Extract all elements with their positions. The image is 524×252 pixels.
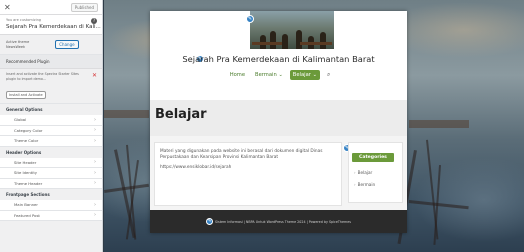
main-navigation: Home Bermain ⌄ Belajar ⌄ ⌕ <box>150 70 407 80</box>
chevron-right-icon: › <box>94 169 96 176</box>
chevron-right-icon: › <box>354 182 356 187</box>
info-label: You are customizing <box>6 18 42 22</box>
page-title: Belajar <box>155 107 207 122</box>
post-link[interactable]: https://www.ensiklobar.id/sejarah <box>160 165 336 171</box>
nav-item-home[interactable]: Home <box>227 70 248 80</box>
section-site-header[interactable]: Site Header › <box>0 157 102 168</box>
section-theme-color[interactable]: Theme Color › <box>0 136 102 147</box>
recommended-plugin-header: Recommended Plugin <box>0 55 102 69</box>
section-featured-post[interactable]: Featured Post › <box>0 210 102 221</box>
group-frontpage-sections: Frontpage Sections <box>0 189 102 200</box>
chevron-right-icon: › <box>94 201 96 208</box>
chevron-down-icon: ⌄ <box>312 72 317 78</box>
group-header-options: Header Options <box>0 146 102 158</box>
section-theme-header[interactable]: Theme Header › <box>0 178 102 189</box>
dismiss-icon[interactable]: ✕ <box>92 73 97 79</box>
chevron-right-icon: › <box>94 127 96 134</box>
site-title[interactable]: Sejarah Pra Kemerdekaan di Kalimantan Ba… <box>150 54 407 64</box>
plugin-notice-text: Insert and activate the Spectra Starter … <box>6 72 79 81</box>
site-footer: ✎ Sistem Informasi | NBPA Untuk WordPres… <box>150 210 407 233</box>
section-category-color[interactable]: Category Color › <box>0 125 102 136</box>
search-icon[interactable]: ⌕ <box>327 71 330 79</box>
close-icon[interactable]: ✕ <box>4 3 11 12</box>
active-theme-name: NewsWeek <box>6 44 26 49</box>
active-theme-row: Active theme NewsWeek Change <box>0 35 102 55</box>
edit-shortcut-icon[interactable]: ✎ <box>246 15 254 23</box>
customizer-info: You are customizing Sejarah Pra Kemerdek… <box>0 15 102 35</box>
install-activate-button[interactable]: Install and Activate <box>6 91 46 99</box>
active-theme-label: Active theme <box>6 40 30 44</box>
site-preview: ✎ ✎ Sejarah Pra Kemerdekaan di Kalimanta… <box>150 11 407 233</box>
info-site-title: Sejarah Pra Kemerdekaan di Kali... <box>6 24 101 30</box>
footer-text: Sistem Informasi | NBPA Untuk WordPress … <box>215 219 351 224</box>
site-header: ✎ ✎ Sejarah Pra Kemerdekaan di Kalimanta… <box>150 11 407 96</box>
chevron-right-icon: › <box>94 159 96 166</box>
post-text: Materi yang digunakan pada website ini b… <box>160 149 323 160</box>
group-general-options: General Options <box>0 104 102 115</box>
chevron-right-icon: › <box>94 137 96 144</box>
section-global[interactable]: Global › <box>0 115 102 126</box>
customizer-header: ✕ Published <box>0 0 102 15</box>
post-content: Materi yang digunakan pada website ini b… <box>154 142 342 206</box>
chevron-down-icon: ⌄ <box>278 72 283 78</box>
customizer-sidebar: ✕ Published You are customizing Sejarah … <box>0 0 103 252</box>
category-item[interactable]: › Belajar <box>354 170 402 175</box>
chevron-right-icon: › <box>94 116 96 123</box>
plugin-notice: Insert and activate the Spectra Starter … <box>0 69 102 104</box>
section-main-banner[interactable]: Main Banner › <box>0 200 102 211</box>
chevron-right-icon: › <box>354 170 356 175</box>
edit-shortcut-icon[interactable]: ✎ <box>206 218 213 225</box>
publish-button[interactable]: Published <box>70 2 98 12</box>
category-item[interactable]: › Bermain <box>354 182 402 187</box>
section-site-identity[interactable]: Site Identity › <box>0 168 102 179</box>
chevron-right-icon: › <box>94 180 96 187</box>
categories-list: › Belajar › Bermain <box>354 170 402 187</box>
categories-widget: Categories › Belajar › Bermain <box>348 142 403 203</box>
chevron-right-icon: › <box>94 212 96 219</box>
nav-item-belajar[interactable]: Belajar ⌄ <box>289 70 320 80</box>
header-logo-image <box>250 11 334 49</box>
categories-widget-title: Categories <box>352 153 394 162</box>
nav-item-bermain[interactable]: Bermain ⌄ <box>252 70 286 80</box>
help-icon[interactable]: ? <box>91 18 97 24</box>
change-theme-button[interactable]: Change <box>55 40 79 49</box>
